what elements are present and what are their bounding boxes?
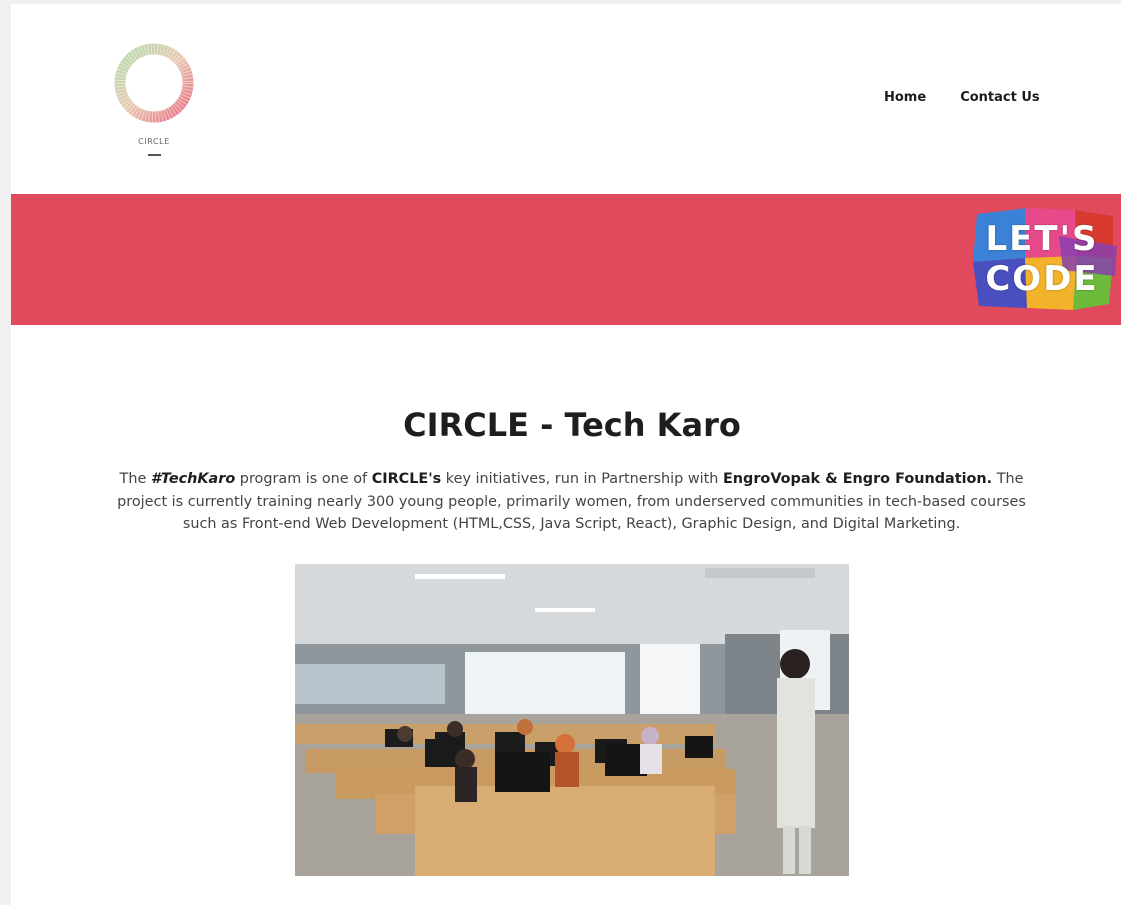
lets-code-badge: LET'S CODE bbox=[967, 206, 1117, 312]
circle-logo[interactable]: CIRCLE bbox=[111, 40, 197, 165]
circle-ring-logo-icon bbox=[114, 43, 194, 123]
classroom-image bbox=[295, 564, 849, 876]
desc-italic-techkaro: #TechKaro bbox=[150, 471, 236, 487]
lets-code-text: LET'S CODE bbox=[967, 206, 1117, 312]
desc-bold-circle: CIRCLE's bbox=[371, 471, 442, 487]
intro-paragraph: The #TechKaro program is one of CIRCLE's… bbox=[101, 468, 1042, 536]
desc-text-2: program is one of bbox=[235, 471, 372, 487]
page: CIRCLE Home Contact Us LET'S CODE CIRCLE… bbox=[11, 4, 1121, 905]
page-title: CIRCLE - Tech Karo bbox=[403, 406, 741, 444]
logo-wordmark: CIRCLE bbox=[138, 137, 170, 146]
badge-line-lets: LET'S bbox=[985, 219, 1099, 259]
desc-bold-techkaro: #TechKaro bbox=[151, 471, 235, 487]
hero-banner: LET'S CODE bbox=[11, 194, 1121, 325]
desc-bold-partners: EngroVopak & Engro Foundation. bbox=[722, 471, 993, 487]
classroom-photo bbox=[295, 564, 849, 876]
logo-underline bbox=[148, 154, 161, 156]
desc-text-3: key initiatives, run in Partnership with bbox=[441, 471, 723, 487]
desc-text-1: The bbox=[119, 471, 151, 487]
main-nav: Home Contact Us bbox=[884, 90, 1040, 105]
nav-link-home[interactable]: Home bbox=[884, 90, 926, 105]
nav-link-contact-us[interactable]: Contact Us bbox=[960, 90, 1039, 105]
badge-line-code: CODE bbox=[985, 259, 1099, 299]
site-header: CIRCLE Home Contact Us bbox=[11, 4, 1121, 194]
